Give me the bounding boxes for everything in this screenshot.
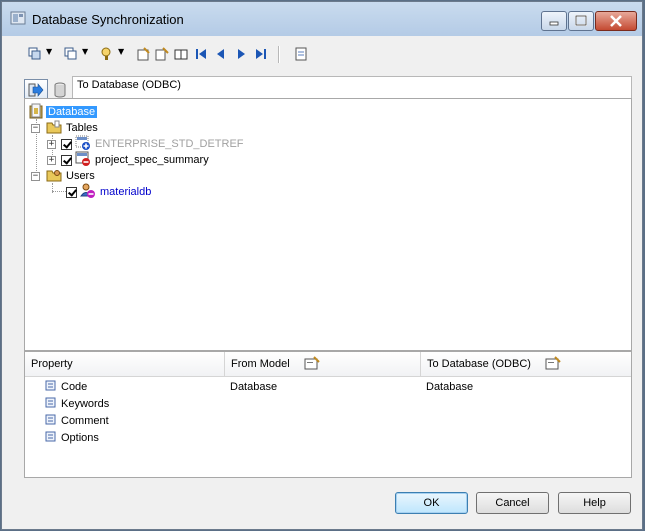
- minimize-button[interactable]: [541, 11, 567, 31]
- tree-label-tables: Tables: [66, 122, 98, 134]
- tree-node-table[interactable]: + ENTERPRISE_STD_DETREF: [47, 135, 244, 152]
- property-name: Keywords: [61, 397, 110, 410]
- database-folder-icon: [29, 103, 43, 122]
- property-row[interactable]: Code: [45, 378, 87, 395]
- column-header-label: To Database (ODBC): [427, 358, 531, 370]
- help-button[interactable]: Help: [558, 492, 631, 514]
- expand-icon[interactable]: +: [47, 155, 56, 165]
- tree-label-table: ENTERPRISE_STD_DETREF: [95, 138, 244, 150]
- last-difference-icon[interactable]: [252, 45, 270, 63]
- cancel-button[interactable]: Cancel: [476, 492, 549, 514]
- preview-icon[interactable]: [292, 45, 310, 63]
- user-delete-icon: [80, 183, 96, 202]
- deselect-all-dropdown-icon[interactable]: ▼: [82, 47, 88, 56]
- property-icon: [45, 414, 56, 428]
- property-grid[interactable]: Property From Model To Database (ODBC) C…: [24, 351, 632, 478]
- collapse-icon[interactable]: −: [31, 123, 40, 133]
- compare-icon[interactable]: [172, 45, 190, 63]
- property-icon: [45, 431, 56, 445]
- next-difference-icon[interactable]: [232, 45, 250, 63]
- property-from-value: Database: [230, 380, 278, 393]
- table-checkbox[interactable]: [61, 154, 72, 166]
- property-row[interactable]: Options: [45, 429, 99, 446]
- tree-label-user: materialdb: [100, 186, 152, 198]
- database-sync-icon: [10, 10, 26, 26]
- tree-label-table: project_spec_summary: [95, 154, 209, 166]
- ok-button[interactable]: OK: [395, 492, 468, 514]
- filter-icon[interactable]: [98, 45, 116, 63]
- column-header-from-model[interactable]: From Model: [225, 352, 421, 376]
- property-icon: [45, 397, 56, 411]
- expand-icon[interactable]: +: [47, 139, 56, 149]
- dialog-window: Database Synchronization ▼ ▼ ▼ To Databa…: [1, 1, 643, 530]
- folder-icon: [46, 120, 62, 137]
- property-row[interactable]: Keywords: [45, 395, 109, 412]
- deselect-all-icon[interactable]: [62, 45, 80, 63]
- properties-icon[interactable]: [134, 45, 152, 63]
- filter-dropdown-icon[interactable]: ▼: [118, 47, 124, 56]
- merge-icon[interactable]: [153, 45, 171, 63]
- properties-icon[interactable]: [304, 355, 320, 373]
- tree-node-tables[interactable]: − Tables: [31, 120, 98, 136]
- tree-node-database[interactable]: Database: [29, 103, 98, 122]
- property-icon: [45, 380, 56, 394]
- tree-connector: [52, 191, 66, 192]
- window-title: Database Synchronization: [32, 12, 184, 27]
- select-all-icon[interactable]: [26, 45, 44, 63]
- title-bar[interactable]: Database Synchronization: [2, 2, 642, 36]
- tree-node-user[interactable]: materialdb: [66, 183, 152, 202]
- target-database-field: To Database (ODBC): [72, 76, 632, 98]
- property-name: Code: [61, 380, 88, 393]
- close-button[interactable]: [595, 11, 637, 31]
- select-all-dropdown-icon[interactable]: ▼: [46, 47, 52, 56]
- tree-label-database: Database: [46, 106, 98, 118]
- column-header-label: Property: [31, 358, 73, 370]
- properties-icon[interactable]: [545, 355, 561, 373]
- property-name: Comment: [61, 414, 109, 427]
- property-row[interactable]: Comment: [45, 412, 109, 429]
- column-header-property[interactable]: Property: [25, 352, 225, 376]
- user-checkbox[interactable]: [66, 186, 77, 198]
- comparison-tree[interactable]: Database − Tables + ENTERPRISE_STD_DETRE…: [24, 98, 632, 351]
- column-header-label: From Model: [231, 358, 290, 370]
- dialog-body: ▼ ▼ ▼ To Database (ODBC) Database − Tabl…: [10, 36, 635, 524]
- previous-difference-icon[interactable]: [212, 45, 230, 63]
- property-grid-header: Property From Model To Database (ODBC): [25, 352, 631, 377]
- property-to-value: Database: [426, 380, 474, 393]
- property-name: Options: [61, 431, 99, 444]
- first-difference-icon[interactable]: [192, 45, 210, 63]
- table-checkbox[interactable]: [61, 138, 72, 150]
- folder-icon: [46, 168, 62, 185]
- collapse-icon[interactable]: −: [31, 171, 40, 181]
- column-header-to-database[interactable]: To Database (ODBC): [421, 352, 633, 376]
- table-delete-icon: [75, 151, 91, 169]
- tree-node-table[interactable]: + project_spec_summary: [47, 151, 209, 169]
- tree-label-users: Users: [66, 170, 95, 182]
- toolbar-separator: [278, 46, 280, 63]
- toolbar: ▼ ▼ ▼: [10, 41, 410, 67]
- maximize-button[interactable]: [568, 11, 594, 31]
